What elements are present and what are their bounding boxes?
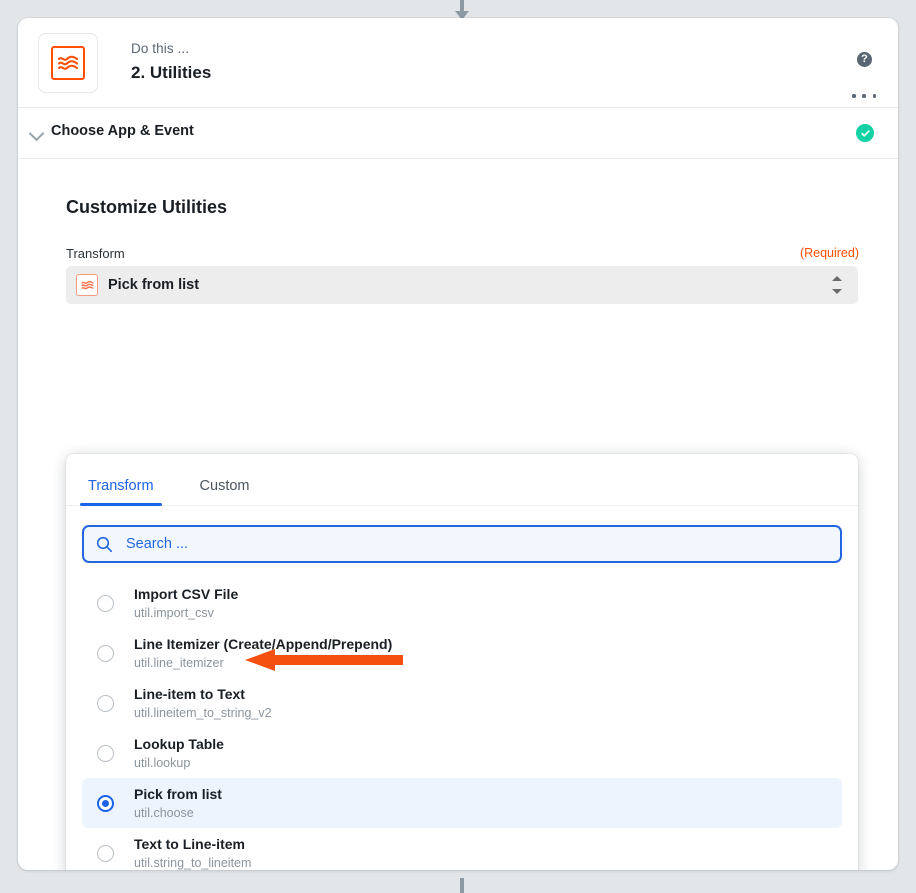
option-pick-from-list[interactable]: Pick from list util.choose — [82, 778, 842, 828]
option-key: util.lookup — [134, 755, 191, 770]
option-title: Line Itemizer (Create/Append/Prepend) — [134, 635, 393, 652]
option-key: util.string_to_lineitem — [134, 855, 252, 870]
utilities-small-icon — [76, 274, 98, 296]
transform-select-value: Pick from list — [108, 277, 200, 293]
dropdown-tabs: Transform Custom — [66, 454, 858, 506]
check-circle-icon — [856, 124, 874, 142]
radio-icon[interactable] — [97, 594, 114, 612]
screen-root: Do this ... 2. Utilities ? Choose App & … — [0, 0, 916, 893]
option-title: Text to Line-item — [134, 835, 245, 852]
up-down-stepper-icon[interactable] — [832, 276, 842, 294]
utilities-icon — [38, 33, 98, 93]
tab-custom[interactable]: Custom — [196, 478, 254, 505]
transform-options-list: Import CSV File util.import_csv Line Ite… — [82, 578, 842, 870]
transform-dropdown-panel: Transform Custom Search ... Import CSV F… — [66, 454, 858, 870]
ellipsis-icon[interactable] — [852, 90, 876, 102]
radio-icon[interactable] — [97, 644, 114, 662]
required-badge: (Required) — [799, 246, 859, 260]
customize-title: Customize Utilities — [66, 197, 228, 217]
chevron-down-icon[interactable] — [30, 127, 44, 141]
section-choose-app-event[interactable]: Choose App & Event — [18, 108, 898, 159]
section-choose-app-event-label: Choose App & Event — [51, 123, 194, 139]
step-subtitle: Do this ... — [131, 41, 190, 56]
option-lineitem-to-text[interactable]: Line-item to Text util.lineitem_to_strin… — [82, 678, 842, 728]
radio-icon[interactable] — [97, 694, 114, 712]
option-lookup-table[interactable]: Lookup Table util.lookup — [82, 728, 842, 778]
radio-icon[interactable] — [97, 744, 114, 762]
transform-field-label: Transform — [66, 246, 125, 261]
option-title: Import CSV File — [134, 585, 239, 602]
option-line-itemizer[interactable]: Line Itemizer (Create/Append/Prepend) ut… — [82, 628, 842, 678]
option-key: util.import_csv — [134, 605, 214, 620]
radio-icon-selected[interactable] — [97, 794, 114, 812]
option-key: util.lineitem_to_string_v2 — [134, 705, 272, 720]
radio-icon[interactable] — [97, 844, 114, 862]
option-import-csv[interactable]: Import CSV File util.import_csv — [82, 578, 842, 628]
help-circle-icon[interactable]: ? — [857, 52, 872, 67]
option-key: util.line_itemizer — [134, 655, 224, 670]
header-text-group: Do this ... 2. Utilities — [131, 40, 211, 85]
step-card-header: Do this ... 2. Utilities ? — [18, 18, 898, 108]
option-title: Line-item to Text — [134, 685, 245, 702]
option-title: Lookup Table — [134, 735, 224, 752]
tab-transform[interactable]: Transform — [80, 478, 162, 506]
option-text-to-lineitem[interactable]: Text to Line-item util.string_to_lineite… — [82, 828, 842, 870]
option-key: util.choose — [134, 805, 194, 820]
option-title: Pick from list — [134, 785, 222, 802]
search-box[interactable] — [82, 525, 842, 563]
transform-select[interactable]: Pick from list — [66, 266, 858, 304]
step-card: Do this ... 2. Utilities ? Choose App & … — [18, 18, 898, 870]
search-icon — [96, 536, 113, 553]
page-title: 2. Utilities — [131, 63, 212, 82]
line-stub — [460, 878, 464, 893]
search-input[interactable] — [124, 535, 764, 553]
